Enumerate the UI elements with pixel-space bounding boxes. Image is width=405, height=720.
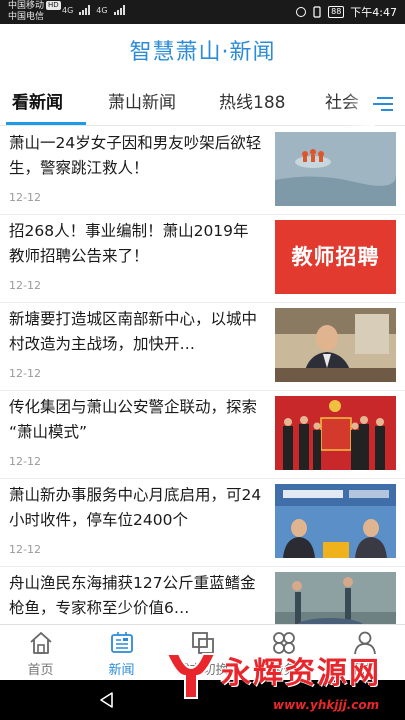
news-thumbnail-official-portrait[interactable] [275, 308, 396, 382]
app-title: 智慧萧山·新闻 [129, 40, 276, 65]
back-icon[interactable] [98, 691, 116, 709]
nav-news[interactable]: 新闻 [81, 625, 162, 681]
vibrate-icon [313, 6, 321, 18]
tab-hotline-188[interactable]: 热线188 [219, 82, 285, 126]
carrier-info: 中国移动 HD 中国电信 [8, 1, 61, 23]
nav-label-home: 首页 [27, 663, 54, 678]
watermark-text: 永辉资源网 [221, 656, 381, 691]
status-bar: 中国移动 HD 中国电信 4G 4G 88 下午4:47 [0, 0, 405, 24]
news-icon [111, 632, 133, 653]
active-tab-indicator [6, 122, 86, 125]
news-list: 萧山一24岁女子因和男友吵架后欲轻生，警察跳江救人！ 12-12 招268人！事… [0, 127, 405, 624]
news-title[interactable]: 萧山一24岁女子因和男友吵架后欲轻生，警察跳江救人！ [9, 131, 264, 181]
tab-xiaoshan-xinwen[interactable]: 萧山新闻 [108, 82, 176, 126]
news-item[interactable]: 舟山渔民东海捕获127公斤重蓝鳍金枪鱼，专家称至少价值6… 12-12 [0, 567, 405, 624]
news-title[interactable]: 传化集团与萧山公安警企联动，探索 “萧山模式” [9, 395, 264, 445]
signal-indicators: 4G 4G [62, 5, 125, 15]
clock-time: 下午4:47 [350, 6, 397, 19]
tab-kan-xinwen[interactable]: 看新闻 [12, 82, 63, 126]
news-date: 12-12 [9, 279, 41, 292]
news-item[interactable]: 萧山新办事服务中心月底启用，可24小时收件，停车位2400个 12-12 [0, 479, 405, 567]
news-item[interactable]: 招268人！事业编制！萧山2019年教师招聘公告来了！ 12-12 教师招聘 [0, 215, 405, 303]
signal-icon [79, 5, 91, 15]
news-title[interactable]: 萧山新办事服务中心月底启用，可24小时收件，停车位2400个 [9, 483, 264, 533]
watermark-logo: 永辉资源网 www.yhkjjj.com [163, 646, 405, 720]
news-thumbnail-award-ceremony[interactable] [275, 396, 396, 470]
news-title[interactable]: 舟山渔民东海捕获127公斤重蓝鳍金枪鱼，专家称至少价值6… [9, 571, 264, 621]
carrier-2: 中国电信 [8, 12, 45, 22]
news-thumbnail-teacher-recruit[interactable]: 教师招聘 [275, 220, 396, 294]
nav-home[interactable]: 首页 [0, 625, 81, 681]
news-thumbnail-river-rescue[interactable] [275, 132, 396, 206]
news-thumbnail-fish-catch[interactable] [275, 572, 396, 624]
news-date: 12-12 [9, 543, 41, 556]
tab-bar: 看新闻 萧山新闻 热线188 社会 [0, 82, 405, 126]
status-right: 88 下午4:47 [296, 4, 397, 20]
alarm-icon [296, 7, 307, 17]
news-date: 12-12 [9, 191, 41, 204]
news-title[interactable]: 招268人！事业编制！萧山2019年教师招聘公告来了！ [9, 219, 264, 269]
app-header: 智慧萧山·新闻 [0, 24, 405, 82]
network-type-1: 4G [62, 6, 74, 15]
nav-label-news: 新闻 [108, 663, 135, 678]
news-item[interactable]: 传化集团与萧山公安警企联动，探索 “萧山模式” 12-12 [0, 391, 405, 479]
tab-fade [345, 82, 375, 126]
signal-icon-2 [113, 5, 125, 15]
news-item[interactable]: 新塘要打造城区南部新中心，以城中村改造为主战场，加快开… 12-12 [0, 303, 405, 391]
home-icon [30, 632, 52, 654]
watermark-url: www.yhkjjj.com [273, 698, 380, 712]
news-item[interactable]: 萧山一24岁女子因和男友吵架后欲轻生，警察跳江救人！ 12-12 [0, 127, 405, 215]
watermark-emblem [165, 653, 217, 699]
news-date: 12-12 [9, 367, 41, 380]
menu-icon[interactable] [373, 94, 393, 114]
hd-badge: HD [46, 1, 61, 10]
news-date: 12-12 [9, 455, 41, 468]
news-title[interactable]: 新塘要打造城区南部新中心，以城中村改造为主战场，加快开… [9, 307, 264, 357]
battery-indicator: 88 [328, 6, 345, 18]
carrier-1: 中国移动 [8, 1, 45, 11]
network-type-2: 4G [96, 6, 108, 15]
news-thumbnail-tv-news[interactable] [275, 484, 396, 558]
thumbnail-caption: 教师招聘 [291, 245, 380, 269]
